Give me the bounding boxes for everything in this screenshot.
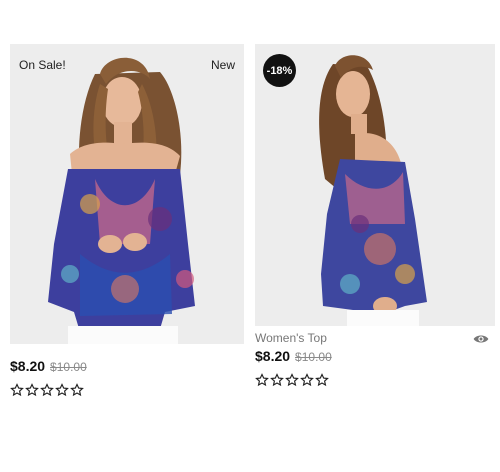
price: $8.20	[255, 348, 291, 364]
product-card[interactable]: -18% Women's Top $8.20 $10.00	[255, 44, 495, 387]
new-label: New	[210, 58, 235, 72]
product-image[interactable]: On Sale! New	[10, 44, 244, 344]
star-outline-icon	[55, 383, 69, 397]
product-image[interactable]: -18%	[255, 44, 495, 326]
star-outline-icon	[70, 383, 84, 397]
regular-price: $10.00	[50, 360, 87, 374]
star-outline-icon	[255, 373, 269, 387]
star-rating	[255, 373, 495, 387]
star-outline-icon	[285, 373, 299, 387]
product-title-row: Women's Top	[255, 328, 495, 348]
discount-badge: -18%	[263, 54, 296, 87]
star-outline-icon	[25, 383, 39, 397]
star-outline-icon	[300, 373, 314, 387]
star-outline-icon	[40, 383, 54, 397]
price: $8.20	[10, 358, 46, 374]
price-row: $8.20 $10.00	[255, 348, 495, 364]
product-title[interactable]: Women's Top	[255, 331, 327, 345]
star-rating	[10, 383, 244, 397]
star-outline-icon	[10, 383, 24, 397]
star-outline-icon	[270, 373, 284, 387]
product-photo-illustration	[10, 44, 244, 344]
price-row: $8.20 $10.00	[10, 358, 244, 374]
on-sale-label: On Sale!	[19, 58, 66, 72]
star-outline-icon	[315, 373, 329, 387]
regular-price: $10.00	[295, 350, 332, 364]
product-photo-illustration	[255, 44, 495, 326]
eye-icon[interactable]	[473, 332, 489, 344]
product-card[interactable]: On Sale! New $8.20 $10.00	[10, 44, 244, 397]
